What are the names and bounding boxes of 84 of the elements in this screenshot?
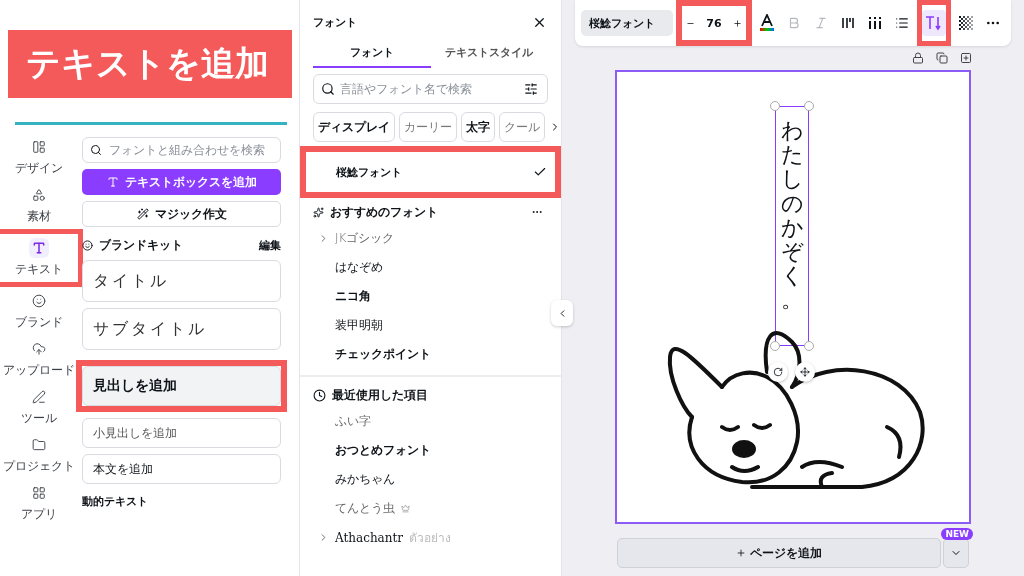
letter-spacing-icon (841, 16, 855, 30)
magic-wand-icon (136, 208, 149, 220)
section-heading: 動的テキスト (82, 494, 149, 509)
tools-icon (32, 390, 46, 404)
font-list-item[interactable]: 装甲明朝 (300, 311, 393, 340)
edit-link[interactable]: 編集 (259, 238, 281, 253)
filter-chip[interactable]: 太字 (461, 112, 495, 142)
font-list-item[interactable]: Athachantr ตัวอย่าง (300, 523, 462, 552)
font-list-item[interactable]: みかちゃん (300, 465, 405, 494)
brand-icon (32, 294, 46, 308)
list-icon (895, 16, 909, 30)
search-icon (90, 144, 102, 156)
search-icon (321, 82, 335, 96)
section-heading: 最近使用した項目 (332, 386, 428, 404)
font-size-stepper[interactable]: 76 (682, 9, 746, 37)
filter-chip[interactable]: ディスプレイ (313, 112, 395, 142)
vertical-text: わたしのかぞく。 (780, 119, 805, 315)
text-style-option[interactable]: 小見出しを追加 (82, 418, 281, 448)
font-list-item[interactable]: はなぞめ (300, 253, 393, 282)
vertical-text-icon (925, 15, 943, 31)
sidebar-item[interactable]: テキスト (0, 234, 78, 282)
font-list-item[interactable]: ニコ角 (300, 282, 381, 311)
copy-icon[interactable] (936, 52, 948, 64)
filter-chip[interactable]: カーリー (399, 112, 457, 142)
brand-text-style[interactable]: タイトル (82, 260, 281, 302)
add-textbox-button[interactable]: テキストボックスを追加 (82, 169, 281, 195)
sidebar-item[interactable]: ブランド (0, 287, 78, 335)
dropdown-button[interactable] (943, 538, 969, 568)
font-list-item[interactable]: てんとう虫 (300, 494, 420, 523)
font-dropdown[interactable]: 桜鯰フォント (581, 10, 673, 36)
new-badge: NEW (941, 528, 973, 540)
sidebar-item[interactable]: アプリ (0, 479, 78, 527)
font-list-item[interactable]: JKゴシック (300, 224, 405, 253)
text-icon (106, 176, 119, 188)
bold-icon (787, 16, 801, 30)
text-style-option[interactable]: 見出しを追加 (82, 366, 281, 406)
font-list-item[interactable]: 桜鯰フォント (306, 152, 555, 192)
clock-icon (313, 388, 326, 402)
callout-banner: テキストを追加 (8, 30, 292, 98)
font-search-field[interactable]: 言語やフォント名で検索 (313, 74, 548, 104)
sidebar-item[interactable]: アップロード (0, 335, 78, 383)
section-heading: おすすめのフォント (330, 203, 438, 221)
magic-write-button[interactable]: マジック作文 (82, 201, 281, 227)
resize-handle[interactable] (804, 101, 814, 111)
resize-handle[interactable] (804, 341, 814, 351)
panel-title: フォント (313, 14, 357, 30)
filter-chip[interactable]: クール (499, 112, 545, 142)
text-color-icon (759, 14, 775, 32)
italic-icon (814, 16, 828, 30)
font-list-item[interactable]: ふい字 (300, 407, 381, 436)
design-icon (32, 140, 46, 154)
sidebar-item[interactable]: デザイン (0, 133, 78, 181)
rotate-handle[interactable] (768, 362, 788, 382)
line-spacing-icon (868, 16, 882, 30)
add-page-button[interactable]: ページを追加 (617, 538, 941, 568)
sidebar-item[interactable]: 素材 (0, 181, 78, 229)
apps-icon (32, 486, 46, 500)
upload-icon (32, 342, 46, 356)
filter-icon[interactable] (524, 82, 538, 96)
sparkle-icon (313, 206, 324, 218)
plus-icon (736, 548, 746, 558)
tab[interactable]: テキストスタイル (430, 38, 548, 68)
elements-icon (32, 188, 46, 202)
search-field[interactable]: フォントと組み合わせを検索 (82, 137, 281, 163)
transparency-icon (959, 16, 973, 30)
text-icon (32, 241, 46, 255)
sidebar-item[interactable]: ツール (0, 383, 78, 431)
brand-kit-icon (82, 240, 93, 251)
font-sample: ตัวอย่าง (409, 530, 452, 547)
resize-handle[interactable] (770, 101, 780, 111)
lock-icon[interactable] (912, 52, 924, 64)
projects-icon (32, 438, 46, 452)
brand-text-style[interactable]: サブタイトル (82, 308, 281, 350)
move-handle[interactable] (795, 362, 815, 382)
font-list-item[interactable]: チェックポイント (300, 340, 441, 369)
resize-handle[interactable] (770, 341, 780, 351)
add-page-icon[interactable] (960, 52, 972, 64)
plus-icon (733, 18, 742, 28)
text-style-option[interactable]: 本文を追加 (82, 454, 281, 484)
tab[interactable]: フォント (313, 38, 431, 68)
section-heading: ブランドキット (99, 237, 183, 254)
sidebar-item[interactable]: プロジェクト (0, 431, 78, 479)
crown-icon (401, 504, 410, 513)
font-list-item[interactable]: おつとめフォント (300, 436, 441, 465)
